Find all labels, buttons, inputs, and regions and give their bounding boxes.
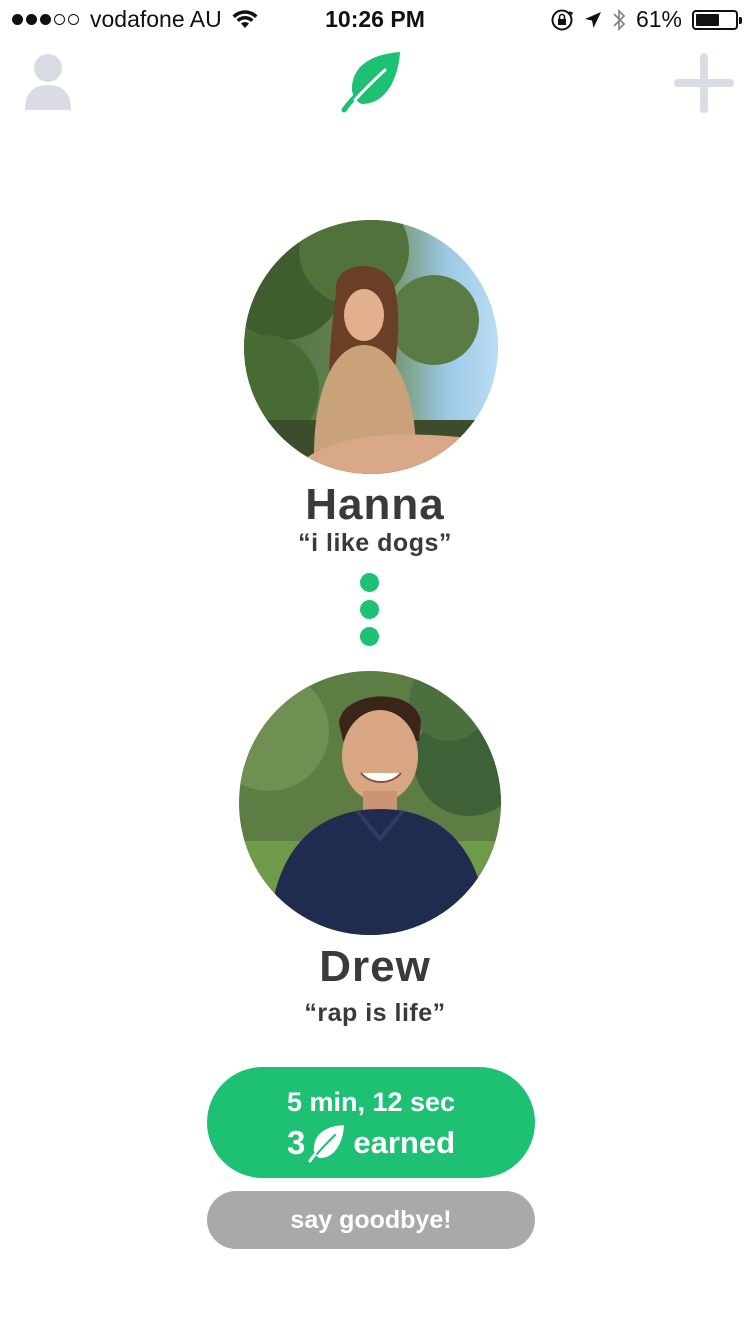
battery-percent: 61% <box>635 6 682 32</box>
connector-dot <box>360 573 379 592</box>
leaf-icon <box>308 1125 345 1163</box>
battery-icon <box>692 9 742 30</box>
connector-dot <box>360 627 379 646</box>
profile-button[interactable] <box>22 52 74 112</box>
connector-dot <box>360 600 379 619</box>
profile-photo <box>244 220 498 474</box>
add-button[interactable] <box>673 52 735 114</box>
status-bar: vodafone AU 10:26 PM 61% <box>0 0 750 40</box>
person-quote: “i like dogs” <box>298 529 452 557</box>
location-icon <box>584 11 601 28</box>
person-quote: “rap is life” <box>304 999 446 1027</box>
orientation-lock-icon <box>551 9 574 30</box>
app-logo <box>340 50 406 114</box>
person-name: Hanna <box>305 480 445 529</box>
leaves-earned-count: 3 <box>286 1124 306 1161</box>
earned-label: earned <box>353 1125 456 1160</box>
leaf-icon <box>341 52 400 113</box>
avatar-hanna[interactable] <box>244 220 498 474</box>
plus-icon <box>674 53 734 113</box>
session-summary-button[interactable]: 5 min, 12 sec 3 earned <box>207 1067 535 1178</box>
profile-photo <box>239 671 501 935</box>
status-right: 61% <box>540 6 742 33</box>
person-name: Drew <box>319 942 431 991</box>
avatar-drew[interactable] <box>239 671 501 935</box>
session-duration: 5 min, 12 sec <box>286 1087 456 1117</box>
leaves-earned: 3 earned <box>207 1123 535 1163</box>
battery-level-fill <box>696 13 720 26</box>
bluetooth-icon <box>613 8 626 31</box>
say-goodbye-button[interactable]: say goodbye! <box>207 1191 535 1249</box>
person-icon <box>25 54 71 110</box>
